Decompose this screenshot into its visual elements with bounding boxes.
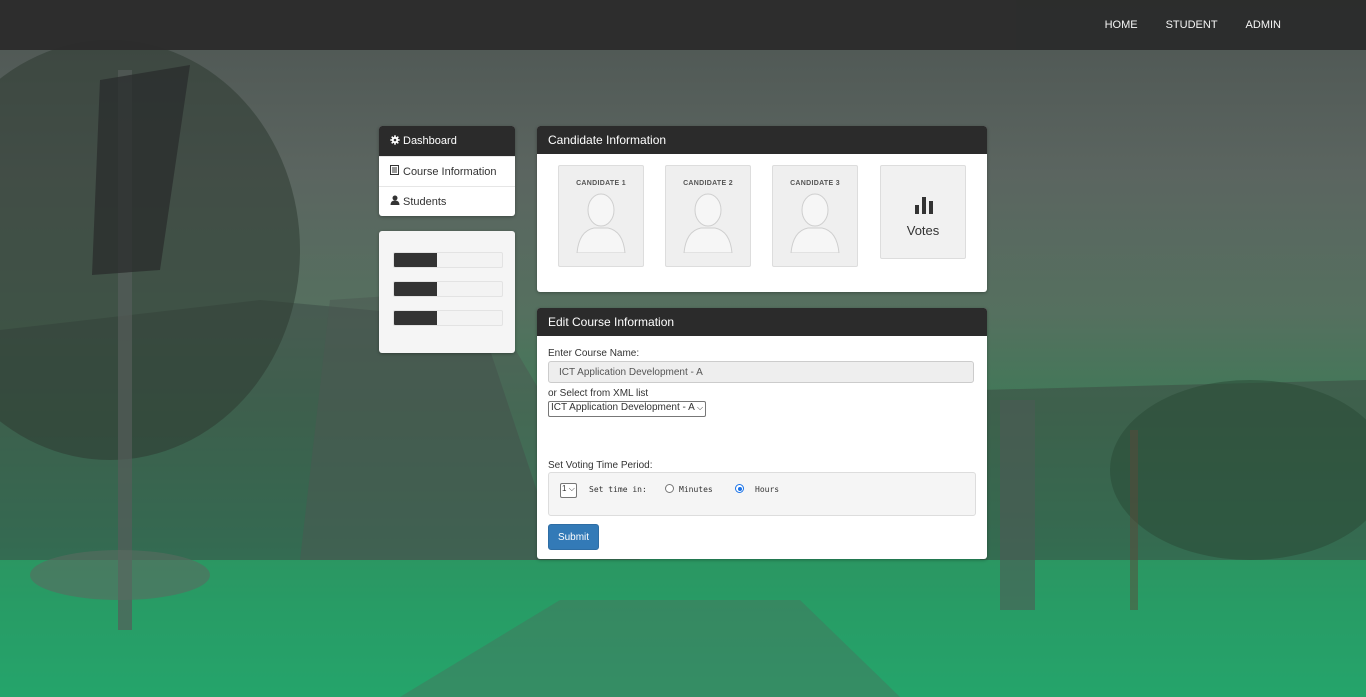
candidate-card[interactable]: CANDIDATE 1 — [558, 165, 644, 267]
list-icon — [390, 165, 400, 178]
progress-bar — [393, 252, 503, 268]
progress-bar-fill — [394, 282, 438, 296]
sidebar-menu: Dashboard Course Information Students — [379, 126, 515, 216]
minutes-radio[interactable] — [665, 484, 674, 493]
edit-course-panel: Edit Course Information Enter Course Nam… — [537, 308, 987, 559]
xml-course-select-value: ICT Application Development - A — [551, 402, 695, 413]
votes-label: Votes — [906, 223, 940, 238]
candidate-label: CANDIDATE 3 — [790, 180, 840, 187]
nav-home-link[interactable]: HOME — [1105, 19, 1138, 31]
time-value-select[interactable]: 1 ⌵ — [560, 483, 577, 498]
panel-title: Candidate Information — [537, 126, 987, 154]
submit-button[interactable]: Submit — [548, 524, 599, 550]
person-placeholder-icon — [790, 193, 840, 253]
course-name-label: Enter Course Name: — [548, 348, 640, 359]
nav-student-link[interactable]: STUDENT — [1166, 19, 1218, 31]
chevron-down-icon: ⌵ — [697, 403, 704, 412]
course-name-input[interactable] — [548, 361, 974, 383]
vote-progress-card — [379, 231, 515, 353]
candidate-label: CANDIDATE 1 — [576, 180, 626, 187]
progress-bar-fill — [394, 253, 438, 267]
sidebar-item-students[interactable]: Students — [379, 187, 515, 216]
candidate-card[interactable]: CANDIDATE 2 — [665, 165, 751, 267]
person-placeholder-icon — [683, 193, 733, 253]
panel-title: Edit Course Information — [537, 308, 987, 336]
progress-bar-fill — [394, 311, 438, 325]
sidebar-item-label: Students — [403, 195, 447, 208]
progress-bar — [393, 281, 503, 297]
person-placeholder-icon — [576, 193, 626, 253]
nav-links: HOME STUDENT ADMIN — [1077, 0, 1281, 50]
hours-label: Hours — [755, 485, 780, 494]
xml-list-label: or Select from XML list — [548, 388, 649, 399]
nav-admin-link[interactable]: ADMIN — [1246, 19, 1281, 31]
candidate-card[interactable]: CANDIDATE 3 — [772, 165, 858, 267]
candidate-label: CANDIDATE 2 — [683, 180, 733, 187]
xml-course-select[interactable]: ICT Application Development - A ⌵ — [548, 401, 707, 417]
sidebar-item-label: Course Information — [403, 165, 497, 178]
chevron-down-icon: ⌵ — [568, 484, 575, 493]
top-navbar: HOME STUDENT ADMIN — [0, 0, 1366, 50]
minutes-label: Minutes — [679, 485, 713, 494]
sidebar-item-dashboard[interactable]: Dashboard — [379, 126, 515, 157]
bar-chart-icon — [915, 197, 933, 214]
progress-bar — [393, 310, 503, 326]
sidebar-item-course-information[interactable]: Course Information — [379, 157, 515, 187]
votes-card[interactable]: Votes — [880, 165, 966, 259]
voting-time-label: Set Voting Time Period: — [548, 460, 653, 471]
user-icon — [390, 195, 400, 208]
gear-icon — [390, 134, 400, 148]
time-value: 1 — [562, 484, 567, 493]
voting-time-box: 1 ⌵ Set time in: Minutes Hours — [548, 472, 976, 516]
candidate-information-panel: Candidate Information CANDIDATE 1 CANDID… — [537, 126, 987, 292]
sidebar-item-label: Dashboard — [403, 135, 457, 147]
set-time-in-label: Set time in: — [589, 485, 647, 494]
hours-radio[interactable] — [735, 484, 744, 493]
